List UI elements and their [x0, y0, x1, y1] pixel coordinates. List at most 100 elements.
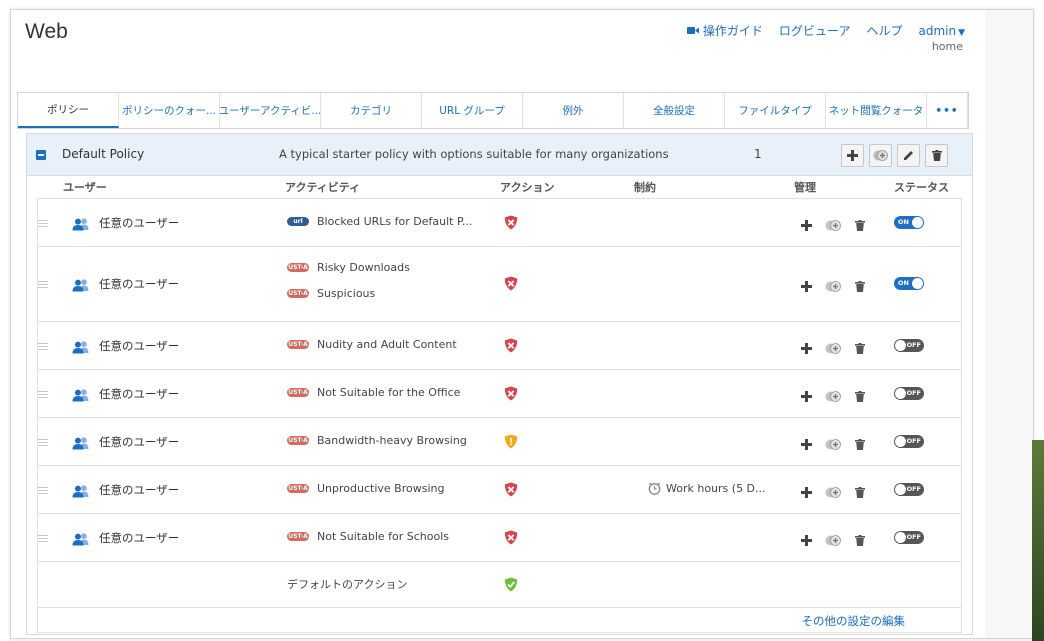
tab-8[interactable]: ネット閲覧クォータ: [826, 93, 927, 128]
action-indicator[interactable]: [504, 338, 518, 357]
status-toggle[interactable]: ON: [894, 215, 924, 229]
clone-button[interactable]: [825, 531, 842, 550]
rule-row[interactable]: 任意のユーザー url Blocked URLs for Default P... O…: [38, 199, 961, 247]
clock-icon: [648, 482, 661, 495]
admin-menu[interactable]: admin ▼: [918, 24, 965, 38]
action-indicator[interactable]: [504, 530, 518, 549]
add-button[interactable]: [801, 483, 812, 502]
tab-1[interactable]: ポリシーのクォー...: [119, 93, 220, 128]
tab-0[interactable]: ポリシー: [18, 93, 119, 128]
column-status: ステータス: [894, 181, 949, 194]
manage-actions: [801, 483, 865, 502]
clone-button[interactable]: [825, 339, 842, 358]
add-button[interactable]: [801, 216, 812, 235]
tab-7[interactable]: ファイルタイプ: [725, 93, 826, 128]
clone-button[interactable]: [825, 387, 842, 406]
activity-label[interactable]: Bandwidth-heavy Browsing: [317, 434, 467, 447]
users-icon: [72, 217, 89, 230]
delete-button[interactable]: [855, 216, 865, 235]
users-icon: [72, 436, 89, 449]
guide-link[interactable]: 操作ガイド: [686, 22, 763, 39]
drag-handle-icon[interactable]: [38, 486, 48, 494]
activity-label[interactable]: Suspicious: [317, 287, 375, 300]
rule-row[interactable]: 任意のユーザー UST-A Not Suitable for Schools OFF: [38, 514, 961, 562]
delete-button[interactable]: [855, 531, 865, 550]
help-link[interactable]: ヘルプ: [866, 22, 902, 39]
rule-row[interactable]: 任意のユーザー UST-A Bandwidth-heavy Browsing OFF: [38, 418, 961, 466]
more-settings-row: その他の設定の編集: [38, 608, 961, 633]
trash-icon: [855, 486, 865, 498]
clone-button[interactable]: [825, 483, 842, 502]
clone-button[interactable]: [825, 216, 842, 235]
toggle-label: OFF: [906, 388, 921, 397]
activity-label[interactable]: Not Suitable for the Office: [317, 386, 460, 399]
users-icon: [72, 388, 89, 401]
more-settings-link[interactable]: その他の設定の編集: [802, 613, 906, 629]
clone-icon: [825, 438, 841, 450]
rule-row[interactable]: 任意のユーザー UST-A Not Suitable for the Office O…: [38, 370, 961, 418]
drag-handle-icon[interactable]: [38, 534, 48, 542]
delete-button[interactable]: [855, 339, 865, 358]
action-indicator[interactable]: [504, 482, 518, 501]
drag-handle-icon[interactable]: [38, 390, 48, 398]
add-button[interactable]: [801, 531, 812, 550]
status-toggle[interactable]: OFF: [894, 482, 924, 496]
clone-policy-button[interactable]: [869, 144, 892, 167]
clone-button[interactable]: [825, 435, 842, 454]
activity-label[interactable]: Risky Downloads: [317, 261, 410, 274]
status-toggle[interactable]: OFF: [894, 530, 924, 544]
add-button[interactable]: [801, 339, 812, 358]
activity-label[interactable]: Blocked URLs for Default P...: [317, 215, 472, 228]
tab-2[interactable]: ユーザーアクティビ...: [220, 93, 321, 128]
add-rule-button[interactable]: [841, 144, 864, 167]
trash-icon: [931, 150, 942, 161]
drag-handle-icon[interactable]: [38, 438, 48, 446]
tab-6[interactable]: 全般設定: [624, 93, 725, 128]
delete-button[interactable]: [855, 435, 865, 454]
delete-button[interactable]: [855, 483, 865, 502]
rule-row[interactable]: 任意のユーザー UST-A Nudity and Adult Content OFF: [38, 322, 961, 370]
status-toggle[interactable]: OFF: [894, 434, 924, 448]
collapse-button[interactable]: [36, 150, 46, 160]
action-indicator[interactable]: [504, 386, 518, 405]
user-icon-wrap: [72, 277, 90, 296]
guide-link-label: 操作ガイド: [702, 24, 763, 38]
delete-button[interactable]: [855, 277, 865, 296]
drag-handle-icon[interactable]: [38, 219, 48, 227]
add-button[interactable]: [801, 435, 812, 454]
clone-button[interactable]: [825, 277, 842, 296]
users-icon: [72, 532, 89, 545]
action-indicator[interactable]: [504, 276, 518, 295]
delete-policy-button[interactable]: [925, 144, 948, 167]
ust-badge: UST-A: [287, 289, 309, 298]
rule-row[interactable]: 任意のユーザー UST-A Risky Downloads UST-A Suspicio…: [38, 247, 961, 322]
add-button[interactable]: [801, 387, 812, 406]
activity-label[interactable]: Nudity and Adult Content: [317, 338, 457, 351]
activity-label[interactable]: Not Suitable for Schools: [317, 530, 449, 543]
rule-user: 任意のユーザー: [99, 434, 180, 449]
tab-3[interactable]: カテゴリ: [321, 93, 422, 128]
top-navigation: 操作ガイド ログビューア ヘルプ admin ▼: [686, 22, 965, 39]
log-viewer-link[interactable]: ログビューア: [779, 22, 851, 39]
default-action-indicator[interactable]: [504, 577, 518, 596]
status-toggle[interactable]: OFF: [894, 386, 924, 400]
add-button[interactable]: [801, 277, 812, 296]
drag-handle-icon[interactable]: [38, 281, 48, 288]
manage-actions: [801, 339, 865, 358]
user-icon-wrap: [72, 339, 90, 358]
drag-handle-icon[interactable]: [38, 342, 48, 350]
pencil-icon: [904, 151, 913, 160]
delete-button[interactable]: [855, 387, 865, 406]
constraint-item[interactable]: Work hours (5 D...: [648, 482, 766, 495]
status-toggle[interactable]: OFF: [894, 338, 924, 352]
tab-5[interactable]: 例外: [523, 93, 624, 128]
tabs-more-button[interactable]: •••: [927, 93, 968, 128]
edit-policy-button[interactable]: [897, 144, 920, 167]
activity-label[interactable]: Unproductive Browsing: [317, 482, 444, 495]
tab-4[interactable]: URL グループ: [422, 93, 523, 128]
status-toggle[interactable]: ON: [894, 277, 924, 290]
action-indicator[interactable]: [504, 434, 518, 453]
rules-table: 任意のユーザー url Blocked URLs for Default P... O…: [37, 198, 962, 633]
rule-row[interactable]: 任意のユーザー UST-A Unproductive Browsing Work ho…: [38, 466, 961, 514]
action-indicator[interactable]: [504, 215, 518, 234]
